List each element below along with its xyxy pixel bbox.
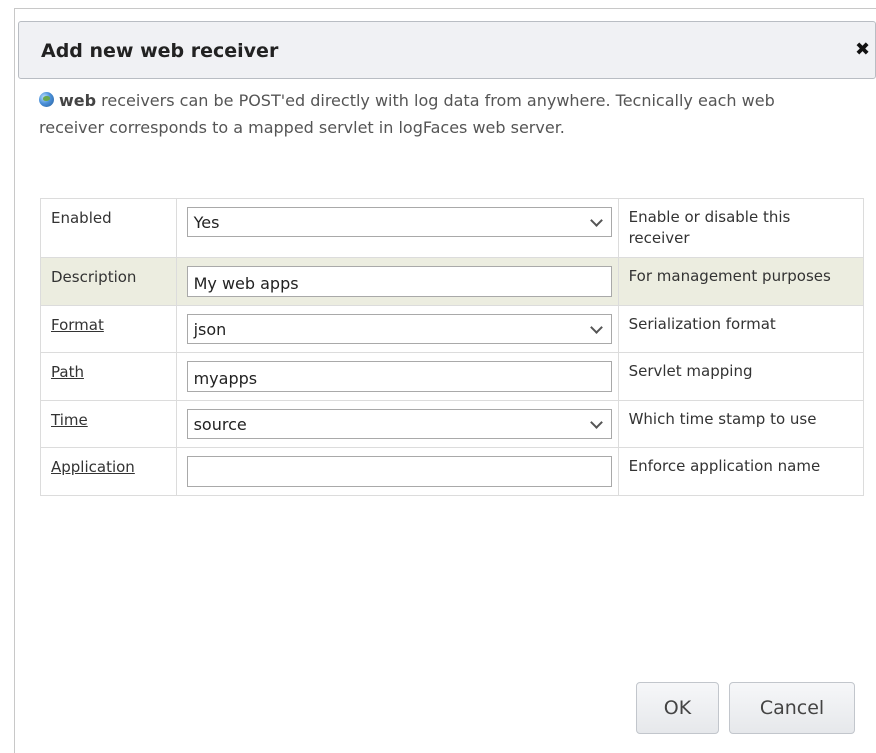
format-select-value: json: [193, 320, 227, 339]
format-select[interactable]: json: [186, 314, 612, 344]
description-help: For management purposes: [628, 267, 831, 285]
time-help: Which time stamp to use: [628, 410, 817, 428]
form-row-description: Description For management purposes: [40, 257, 865, 306]
enabled-label: Enabled: [51, 209, 112, 227]
label-cell: Path: [40, 352, 177, 401]
help-cell: Enable or disable this receiver: [617, 198, 865, 258]
path-label-link[interactable]: Path: [51, 363, 84, 381]
label-cell: Format: [40, 305, 177, 353]
application-input[interactable]: [186, 456, 612, 487]
chevron-down-icon: [589, 321, 603, 334]
intro-text: web receivers can be POST'ed directly wi…: [39, 87, 839, 141]
label-cell: Enabled: [40, 198, 177, 258]
format-label-link[interactable]: Format: [51, 316, 104, 334]
intro-strong: web: [59, 91, 97, 110]
globe-icon: [39, 92, 54, 107]
form-row-application: Application Enforce application name: [40, 447, 865, 496]
ok-button[interactable]: OK: [636, 682, 719, 734]
application-label-link[interactable]: Application: [51, 458, 135, 476]
dialog-title-bar[interactable]: Add new web receiver ✖: [18, 21, 876, 79]
help-cell: Serialization format: [617, 305, 865, 353]
help-cell: Servlet mapping: [617, 352, 865, 401]
form-row-format: Format json Serialization format: [40, 305, 865, 353]
time-select-value: source: [193, 415, 247, 434]
description-input[interactable]: [186, 266, 612, 297]
close-icon[interactable]: ✖: [855, 39, 870, 60]
time-label-link[interactable]: Time: [51, 411, 88, 429]
chevron-down-icon: [589, 416, 603, 429]
description-label: Description: [51, 268, 137, 286]
help-cell: Which time stamp to use: [617, 400, 865, 448]
label-cell: Application: [40, 447, 177, 496]
form-row-time: Time source Which time stamp to use: [40, 400, 865, 448]
add-web-receiver-dialog: Add new web receiver ✖ web receivers can…: [14, 8, 876, 753]
form-row-path: Path Servlet mapping: [40, 352, 865, 401]
enabled-select-value: Yes: [193, 213, 220, 232]
time-select[interactable]: source: [186, 409, 612, 439]
application-help: Enforce application name: [628, 457, 821, 475]
path-input[interactable]: [186, 361, 612, 392]
enabled-select[interactable]: Yes: [186, 207, 612, 237]
format-help: Serialization format: [628, 315, 776, 333]
input-cell: Yes: [175, 198, 619, 258]
help-cell: For management purposes: [617, 257, 865, 306]
form-row-enabled: Enabled Yes Enable or disable this recei…: [40, 198, 865, 258]
input-cell: [175, 257, 619, 306]
chevron-down-icon: [589, 214, 603, 227]
help-cell: Enforce application name: [617, 447, 865, 496]
receiver-form-table: Enabled Yes Enable or disable this recei…: [40, 198, 865, 496]
input-cell: [175, 447, 619, 496]
path-help: Servlet mapping: [628, 362, 753, 380]
label-cell: Time: [40, 400, 177, 448]
enabled-help: Enable or disable this receiver: [628, 208, 791, 247]
cancel-button[interactable]: Cancel: [729, 682, 855, 734]
input-cell: source: [175, 400, 619, 448]
dialog-title: Add new web receiver: [41, 40, 279, 62]
label-cell: Description: [40, 257, 177, 306]
intro-rest: receivers can be POST'ed directly with l…: [39, 91, 775, 137]
input-cell: json: [175, 305, 619, 353]
input-cell: [175, 352, 619, 401]
